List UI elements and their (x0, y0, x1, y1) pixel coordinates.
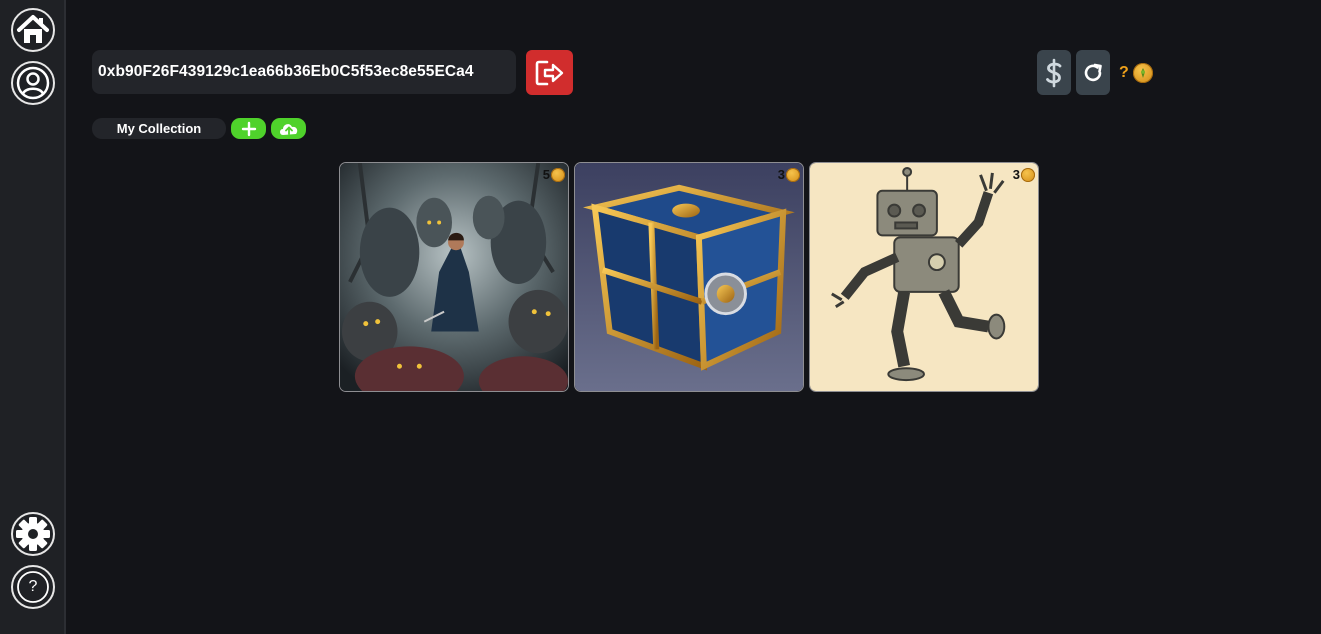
user-circle-icon (16, 66, 50, 100)
gear-icon (16, 517, 50, 551)
plus-icon (241, 121, 256, 136)
nft-image-cube (575, 163, 803, 391)
profile-button[interactable] (11, 61, 55, 105)
upload-button[interactable] (271, 118, 306, 139)
nft-card[interactable]: 5 (339, 162, 569, 392)
coin-icon (1021, 167, 1035, 182)
help-glyph: ? (28, 578, 38, 595)
logout-button[interactable] (526, 50, 573, 95)
nft-gallery: 5 3 3 (339, 162, 1044, 392)
home-button[interactable] (11, 8, 55, 52)
dollar-icon (1046, 58, 1062, 87)
price-badge: 5 (543, 167, 565, 182)
price-value: 3 (1012, 167, 1020, 182)
balance-area: ? (1037, 50, 1153, 95)
coin-icon (786, 167, 800, 182)
sidebar: ? (0, 0, 66, 634)
logout-icon (535, 60, 563, 85)
wallet-address: 0xb90F26F439129c1ea66b36Eb0C5f53ec8e55EC… (92, 50, 516, 94)
price-badge: 3 (1013, 167, 1035, 182)
help-button[interactable]: ? (11, 565, 55, 609)
coin-icon (551, 167, 565, 182)
refresh-button[interactable] (1076, 50, 1110, 95)
settings-button[interactable] (11, 512, 55, 556)
price-value: 5 (542, 167, 550, 182)
nft-image-warrior (340, 163, 568, 391)
coin-icon (1132, 62, 1153, 83)
refresh-icon (1084, 63, 1102, 81)
price-value: 3 (777, 167, 785, 182)
balance-value: ? (1119, 63, 1129, 81)
home-icon (17, 15, 49, 43)
nft-image-robot (810, 163, 1038, 391)
price-badge: 3 (778, 167, 800, 182)
nft-card[interactable]: 3 (574, 162, 804, 392)
nft-card[interactable]: 3 (809, 162, 1039, 392)
collection-label[interactable]: My Collection (92, 118, 226, 139)
cloud-upload-icon (279, 123, 297, 135)
add-button[interactable] (231, 118, 266, 139)
buy-button[interactable] (1037, 50, 1071, 95)
collection-toolbar: My Collection (92, 118, 306, 139)
